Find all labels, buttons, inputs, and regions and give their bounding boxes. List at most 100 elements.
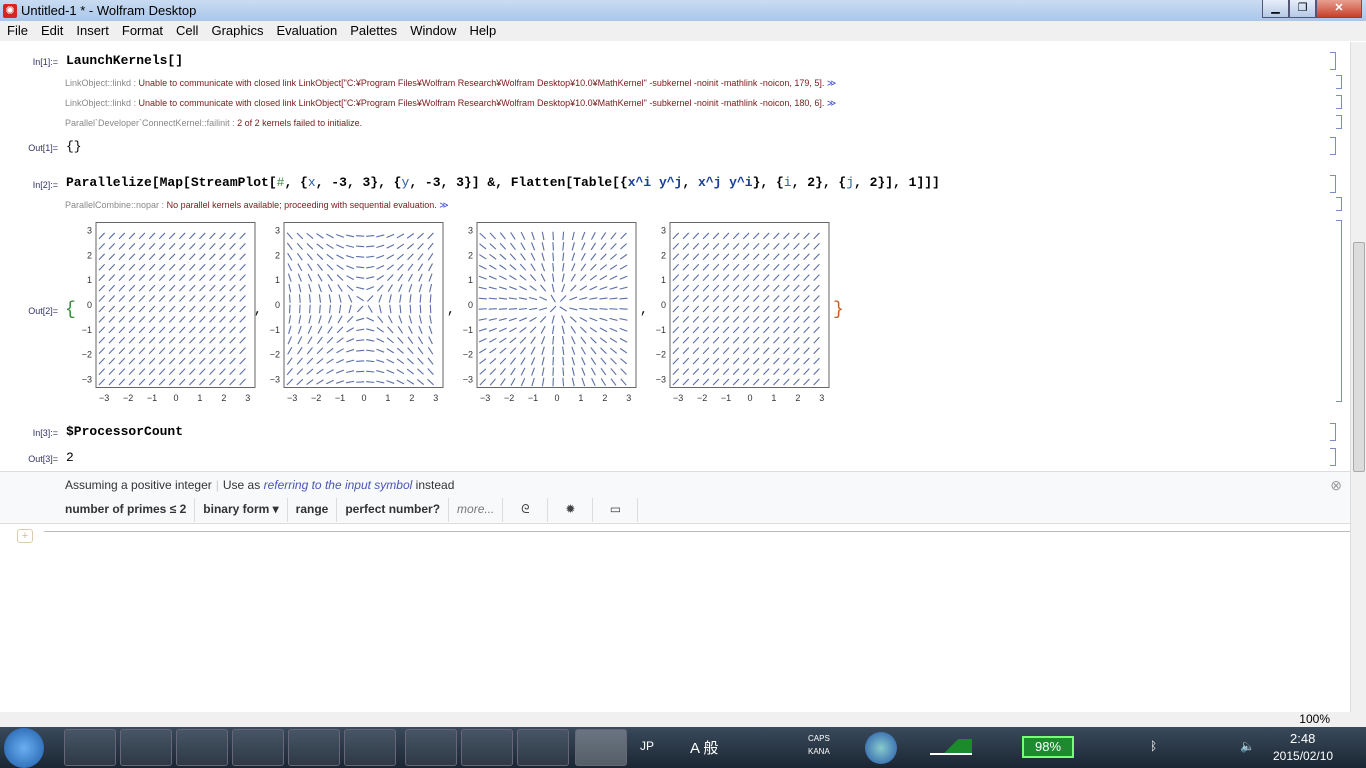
taskbar-media-player[interactable] <box>64 729 116 766</box>
battery-indicator[interactable]: 98% <box>1022 736 1074 758</box>
in1-code[interactable]: LaunchKernels[] <box>66 53 183 68</box>
cell-bracket[interactable] <box>1330 175 1336 193</box>
y-tick-label: 1 <box>661 275 666 285</box>
language-indicator[interactable]: JP <box>640 739 654 753</box>
x-tick-label: 0 <box>554 393 559 403</box>
streamline-segment <box>356 370 365 373</box>
cell-bracket[interactable] <box>1336 220 1342 402</box>
taskbar-paint[interactable] <box>344 729 396 766</box>
x-tick-label: 1 <box>578 393 583 403</box>
minimize-button[interactable]: ▁ <box>1262 0 1289 18</box>
streamline-segment <box>552 346 555 355</box>
streamline-segment <box>298 294 301 303</box>
menu-insert[interactable]: Insert <box>69 21 115 41</box>
x-tick-label: −3 <box>287 393 297 403</box>
y-tick-label: 0 <box>87 300 92 310</box>
streamline-segment <box>356 349 365 352</box>
more-link[interactable]: ≫ <box>439 200 448 210</box>
cell-bracket[interactable] <box>1330 448 1336 466</box>
clock-date[interactable]: 2015/02/10 <box>1273 749 1333 763</box>
x-tick-label: 3 <box>626 393 631 403</box>
x-tick-label: 1 <box>771 393 776 403</box>
x-tick-label: 0 <box>173 393 178 403</box>
y-tick-label: 2 <box>661 250 666 260</box>
suggestion-range[interactable]: range <box>288 498 338 522</box>
message-nopar: ParallelCombine::nopar : No parallel ker… <box>65 200 449 210</box>
stream-plot-4[interactable]: −3 −3 −2 −2 −1 −1 0 0 1 1 2 2 3 3 <box>652 222 830 406</box>
cell-bracket[interactable] <box>1330 52 1336 70</box>
feedback-icon[interactable]: ▭ <box>593 498 639 522</box>
close-button[interactable]: ✕ <box>1316 0 1362 18</box>
taskbar-terminal[interactable] <box>405 729 457 766</box>
taskbar-explorer[interactable] <box>176 729 228 766</box>
x-tick-label: −2 <box>504 393 514 403</box>
y-tick-label: −3 <box>82 375 92 385</box>
in3-code[interactable]: $ProcessorCount <box>66 424 183 439</box>
y-tick-label: −3 <box>656 375 666 385</box>
stream-plot-2[interactable]: −3 −3 −2 −2 −1 −1 0 0 1 1 2 2 3 3 <box>266 222 444 406</box>
message-2: LinkObject::linkd : Unable to communicat… <box>65 98 837 108</box>
more-link[interactable]: ≫ <box>827 78 836 88</box>
x-tick-label: −1 <box>528 393 538 403</box>
menu-help[interactable]: Help <box>462 21 502 41</box>
maximize-button[interactable]: ❐ <box>1289 0 1316 18</box>
volume-icon[interactable]: 🔈 <box>1240 739 1255 753</box>
stream-plot-3[interactable]: −3 −3 −2 −2 −1 −1 0 0 1 1 2 2 3 3 <box>459 222 637 406</box>
menu-cell[interactable]: Cell <box>169 21 204 41</box>
streamline-segment <box>419 304 422 314</box>
x-tick-label: −3 <box>99 393 109 403</box>
streamline-segment <box>429 294 432 303</box>
suggestion-more[interactable]: more... <box>449 498 504 522</box>
in2-code[interactable]: Parallelize[Map[StreamPlot[#, {x, -3, 3}… <box>66 175 940 190</box>
add-cell-button[interactable]: + <box>17 529 33 543</box>
menu-format[interactable]: Format <box>115 21 169 41</box>
cell-bracket[interactable] <box>1330 423 1336 441</box>
menu-evaluation[interactable]: Evaluation <box>269 21 343 41</box>
cell-bracket[interactable] <box>1336 75 1342 89</box>
notebook[interactable]: In[1]:= LaunchKernels[] LinkObject::link… <box>0 42 1350 712</box>
clock-time[interactable]: 2:48 <box>1290 731 1315 746</box>
zoom-level[interactable]: 100% <box>1299 712 1330 726</box>
toolbox-icon[interactable] <box>865 732 897 764</box>
taskbar-wolfram[interactable] <box>575 729 627 766</box>
alternate-interpretation-link[interactable]: referring to the input symbol <box>264 478 413 492</box>
menu-edit[interactable]: Edit <box>34 21 69 41</box>
stream-plot-1[interactable]: −3 −3 −2 −2 −1 −1 0 0 1 1 2 2 3 3 <box>78 222 256 406</box>
y-tick-label: 2 <box>87 250 92 260</box>
cell-bracket[interactable] <box>1336 197 1342 211</box>
streamline-segment <box>488 308 497 310</box>
taskbar-text[interactable] <box>461 729 513 766</box>
y-tick-label: −2 <box>82 350 92 360</box>
suggestion-perfect-number[interactable]: perfect number? <box>337 498 450 522</box>
x-tick-label: −1 <box>335 393 345 403</box>
spiral-icon[interactable]: ᘓ <box>503 498 549 522</box>
taskbar-firefox[interactable] <box>120 729 172 766</box>
taskbar-ie[interactable] <box>232 729 284 766</box>
menu-graphics[interactable]: Graphics <box>204 21 269 41</box>
x-tick-label: −3 <box>480 393 490 403</box>
bluetooth-icon[interactable]: ᛒ <box>1150 739 1157 753</box>
scrollbar-thumb[interactable] <box>1353 242 1365 472</box>
x-tick-label: 1 <box>197 393 202 403</box>
message-1: LinkObject::linkd : Unable to communicat… <box>65 78 837 88</box>
menu-window[interactable]: Window <box>403 21 462 41</box>
menu-palettes[interactable]: Palettes <box>343 21 403 41</box>
cell-bracket[interactable] <box>1336 95 1342 109</box>
cell-bracket[interactable] <box>1330 137 1336 155</box>
taskbar-x[interactable] <box>517 729 569 766</box>
cell-bracket[interactable] <box>1336 115 1342 129</box>
vertical-scrollbar[interactable] <box>1350 42 1366 712</box>
ime-indicator[interactable]: A 般 <box>690 737 718 758</box>
menu-file[interactable]: File <box>0 21 34 41</box>
suggestion-binary-form[interactable]: binary form ▾ <box>195 498 288 522</box>
start-button[interactable] <box>4 728 44 768</box>
cell-insertion-line <box>44 531 1350 532</box>
signal-strength-icon[interactable] <box>930 739 972 755</box>
x-tick-label: 3 <box>433 393 438 403</box>
gear-icon[interactable]: ✹ <box>548 498 594 522</box>
suggestion-number-of-primes[interactable]: number of primes ≤ 2 <box>57 498 196 522</box>
close-icon[interactable]: ⊗ <box>1330 477 1342 494</box>
streamline-segment <box>356 360 365 363</box>
taskbar-app[interactable] <box>288 729 340 766</box>
more-link[interactable]: ≫ <box>827 98 836 108</box>
